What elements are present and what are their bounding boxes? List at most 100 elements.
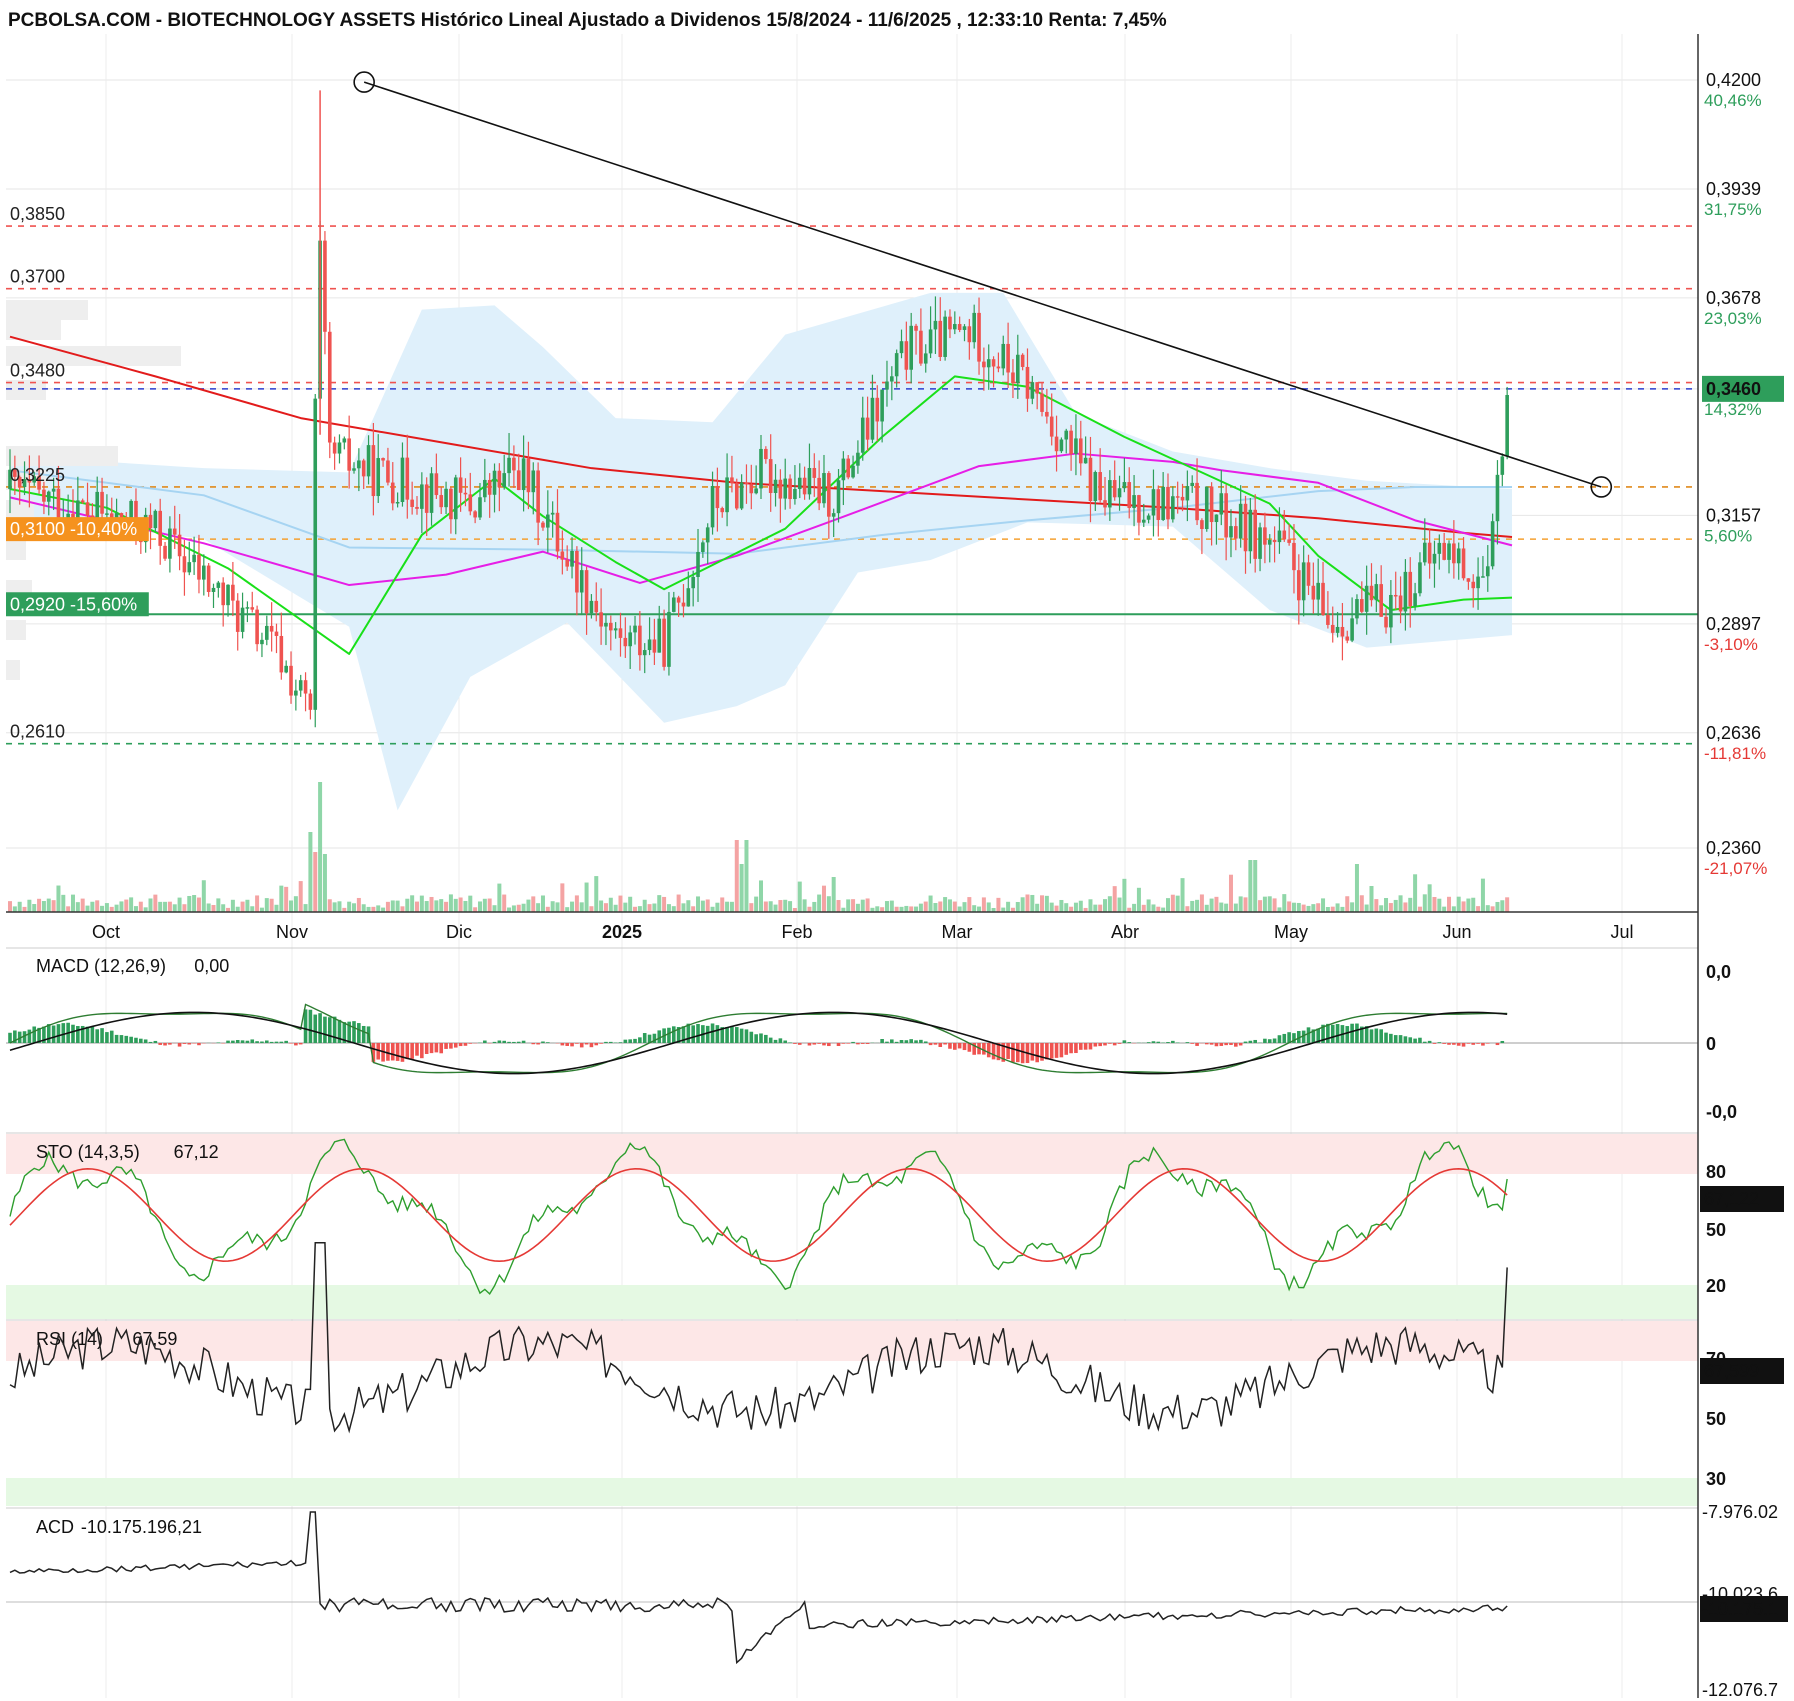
candle-body <box>444 488 448 508</box>
macd-hist-bar <box>76 1026 80 1043</box>
candle-body <box>541 522 545 528</box>
chart-canvas: PCBOLSA.COM - BIOTECHNOLOGY ASSETS Histó… <box>6 10 1788 1700</box>
candle-body <box>197 554 201 580</box>
volume-bar <box>943 897 948 912</box>
volume-bar <box>938 901 943 912</box>
candle-body <box>95 491 100 519</box>
macd-hist-bar <box>628 1039 632 1043</box>
candle-body <box>686 588 691 607</box>
candle-body <box>1146 515 1151 520</box>
candle-body <box>948 316 952 330</box>
candle-body <box>492 470 497 495</box>
price-tick-label: 0,4200 <box>1706 70 1761 90</box>
macd-hist-bar <box>546 1042 550 1043</box>
volume-bar <box>298 881 303 912</box>
volume-bar <box>637 906 642 912</box>
macd-hist-bar <box>134 1037 138 1043</box>
candle-body <box>1214 514 1219 523</box>
macd-hist-bar <box>361 1025 366 1043</box>
volume-bar <box>61 894 66 912</box>
candle-body <box>584 570 589 614</box>
macd-hist-bar <box>1398 1035 1403 1043</box>
volume-bar <box>453 898 458 912</box>
macd-hist-bar <box>51 1025 56 1043</box>
volume-bar <box>371 906 376 912</box>
macd-hist-bar <box>444 1043 448 1049</box>
macd-hist-bar <box>793 1043 797 1044</box>
volume-bar <box>516 904 521 912</box>
candle-body <box>885 381 889 390</box>
volume-bar <box>230 899 235 912</box>
macd-hist-bar <box>609 1041 613 1043</box>
volume-bar <box>860 899 865 912</box>
macd-hist-bar <box>686 1023 691 1043</box>
macd-hist-bar <box>197 1043 201 1046</box>
candle-body <box>1418 562 1422 594</box>
macd-hist-bar <box>943 1043 947 1045</box>
candle-body <box>1403 571 1408 612</box>
volume-bar <box>652 903 657 912</box>
panel-title: ACD <box>36 1517 74 1537</box>
volume-bar <box>279 885 284 912</box>
macd-hist-bar <box>153 1040 158 1043</box>
macd-hist-bar <box>279 1041 284 1043</box>
candle-body <box>749 484 754 494</box>
volume-bar <box>1088 899 1093 912</box>
volume-bar <box>962 902 967 912</box>
candle-body <box>1132 495 1136 508</box>
macd-hist-bar <box>1078 1043 1083 1050</box>
volume-bar <box>56 885 61 912</box>
candle-body <box>337 442 342 454</box>
macd-hist-bar <box>1088 1043 1093 1050</box>
volume-bar <box>574 895 579 912</box>
volume-bar <box>419 895 424 912</box>
candle-body <box>953 324 957 330</box>
volume-bar <box>831 877 836 912</box>
volume-bar <box>424 901 429 912</box>
volume-bar <box>1345 896 1350 912</box>
volume-bar <box>570 901 575 912</box>
volume-bar <box>521 903 526 912</box>
candle-body <box>1083 457 1088 464</box>
macd-hist-bar <box>565 1043 569 1046</box>
volume-bar <box>172 904 177 912</box>
volume-bar <box>148 898 153 912</box>
volume-bar <box>1451 906 1456 912</box>
volume-bar <box>947 899 952 912</box>
volume-bar <box>981 897 986 912</box>
volume-bar <box>245 899 250 912</box>
candle-body <box>1267 539 1272 545</box>
candle-body <box>890 376 894 382</box>
chart-title: PCBOLSA.COM - BIOTECHNOLOGY ASSETS Histó… <box>8 10 1167 31</box>
volume-bar <box>628 896 633 912</box>
candle-body <box>725 477 729 513</box>
macd-hist-bar <box>725 1027 729 1043</box>
macd-hist-bar <box>298 1043 303 1045</box>
macd-hist-bar <box>182 1043 187 1044</box>
candle-body <box>1350 618 1354 641</box>
macd-hist-bar <box>289 1043 293 1044</box>
candle-body <box>1437 542 1442 554</box>
candle-body <box>507 457 511 474</box>
volume-bar <box>80 898 85 912</box>
candle-body <box>807 467 812 495</box>
candle-body <box>327 331 332 443</box>
macd-hist-bar <box>32 1026 37 1043</box>
oversold-zone <box>6 1285 1698 1319</box>
candle-body <box>836 480 841 514</box>
macd-hist-bar <box>817 1043 821 1044</box>
macd-hist-bar <box>851 1041 855 1043</box>
macd-hist-bar <box>119 1035 124 1043</box>
macd-hist-bar <box>56 1024 61 1043</box>
candle-body <box>1408 571 1413 607</box>
candle-body <box>991 359 996 367</box>
volume-bar <box>676 894 681 912</box>
macd-hist-bar <box>1112 1043 1117 1046</box>
macd-hist-bar <box>1234 1043 1238 1047</box>
volume-bar <box>1132 903 1137 912</box>
acd-line <box>9 1511 1508 1665</box>
volume-bar <box>1107 896 1112 912</box>
volume-bar <box>274 904 279 912</box>
candle-body <box>982 361 986 368</box>
macd-hist-bar <box>1403 1036 1408 1043</box>
